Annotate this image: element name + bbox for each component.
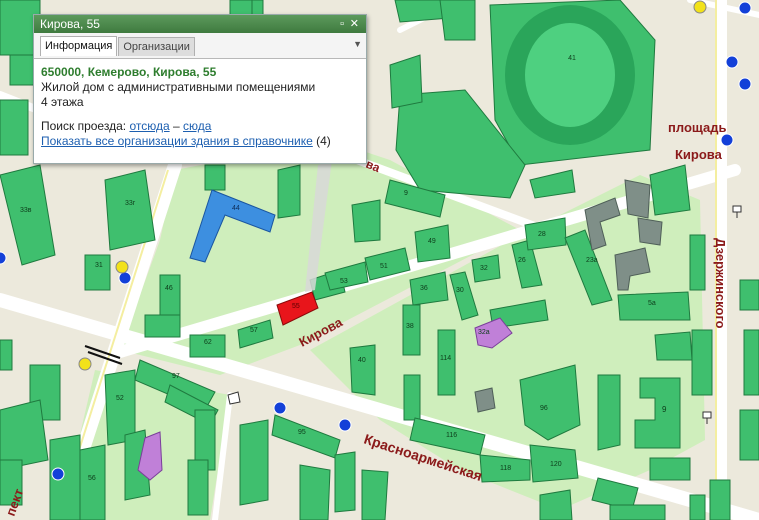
street-label-ploshchad-kirova: Кирова — [675, 147, 723, 162]
show-organizations-row: Показать все организации здания в справо… — [41, 134, 366, 149]
svg-text:33в: 33в — [20, 207, 32, 214]
svg-text:9: 9 — [404, 190, 408, 197]
svg-text:31: 31 — [95, 262, 103, 269]
svg-text:95: 95 — [298, 429, 306, 436]
minimize-icon[interactable]: ▫ — [340, 15, 344, 33]
svg-text:26: 26 — [518, 257, 526, 264]
building-label: 41 — [568, 55, 576, 62]
svg-text:33г: 33г — [125, 200, 136, 207]
svg-text:49: 49 — [428, 238, 436, 245]
svg-text:30: 30 — [456, 287, 464, 294]
popup-content: 650000, Кемерово, Кирова, 55 Жилой дом с… — [34, 59, 366, 149]
svg-text:40: 40 — [358, 357, 366, 364]
route-dash: – — [172, 119, 180, 133]
svg-text:96: 96 — [540, 405, 548, 412]
building-floors: 4 этажа — [41, 95, 84, 109]
svg-text:116: 116 — [446, 432, 457, 439]
organizations-count: (4) — [316, 134, 331, 148]
svg-text:36: 36 — [420, 285, 428, 292]
street-label-dzerzhinskogo: Дзержинского — [713, 238, 728, 329]
tab-menu-icon[interactable]: ▼ — [353, 39, 362, 49]
svg-text:57: 57 — [250, 327, 258, 334]
popup-tabs: Информация Организации ▼ — [34, 33, 366, 59]
building-address: 650000, Кемерово, Кирова, 55 — [41, 65, 217, 79]
tab-organizations[interactable]: Организации — [118, 37, 195, 56]
route-to-link[interactable]: сюда — [183, 119, 211, 133]
svg-text:120: 120 — [550, 461, 562, 468]
svg-text:56: 56 — [88, 475, 96, 482]
tab-information[interactable]: Информация — [40, 36, 118, 56]
svg-text:32: 32 — [480, 265, 488, 272]
svg-text:23а: 23а — [586, 257, 598, 264]
svg-text:62: 62 — [204, 339, 212, 346]
svg-text:28: 28 — [538, 231, 546, 238]
svg-text:32а: 32а — [478, 329, 490, 336]
svg-text:118: 118 — [500, 465, 511, 472]
building-info-popup[interactable]: Кирова, 55 ▫ ✕ Информация Организации ▼ 6… — [33, 14, 367, 164]
popup-title: Кирова, 55 — [40, 17, 100, 31]
route-from-link[interactable]: отсюда — [129, 119, 169, 133]
svg-text:97: 97 — [172, 373, 180, 380]
popup-title-bar[interactable]: Кирова, 55 ▫ ✕ — [34, 15, 366, 33]
svg-text:38: 38 — [406, 323, 414, 330]
show-organizations-link[interactable]: Показать все организации здания в справо… — [41, 134, 313, 148]
svg-text:53: 53 — [340, 278, 348, 285]
building-description: Жилой дом с административными помещениям… — [41, 80, 316, 94]
svg-text:52: 52 — [116, 395, 124, 402]
building-label: 55 — [292, 303, 300, 310]
building-9-large-label: 9 — [662, 405, 667, 414]
svg-text:114: 114 — [440, 355, 451, 362]
route-search-label: Поиск проезда: — [41, 119, 127, 133]
building-label: 44 — [232, 205, 240, 212]
street-label-ploshchad: площадь — [668, 120, 726, 135]
svg-text:5а: 5а — [648, 300, 656, 307]
close-icon[interactable]: ✕ — [350, 15, 359, 33]
svg-text:51: 51 — [380, 263, 388, 270]
route-search-row: Поиск проезда: отсюда – сюда — [41, 119, 366, 134]
svg-text:46: 46 — [165, 285, 173, 292]
